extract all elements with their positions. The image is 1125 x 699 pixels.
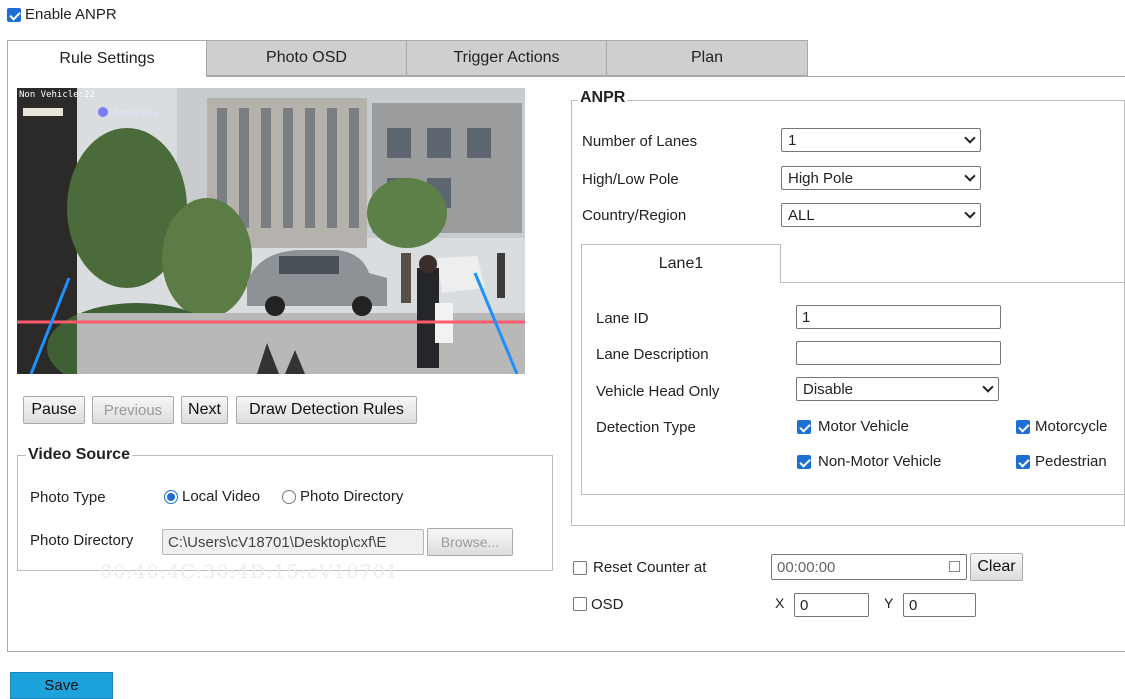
chevron-down-icon [964,170,976,182]
chevron-down-icon [964,132,976,144]
pole-label: High/Low Pole [582,171,679,188]
photo-directory-radio[interactable] [282,490,296,504]
reset-counter-time-value: 00:00:00 [777,558,836,576]
photo-directory-label: Photo Directory [30,532,134,549]
local-video-radio[interactable] [164,490,178,504]
reset-counter-time-input[interactable]: 00:00:00 [771,554,967,580]
tab-label: Trigger Actions [453,49,560,66]
pedestrian-checkbox[interactable] [1016,455,1030,469]
lane-tab-label: Lane1 [658,255,704,272]
pedestrian-label: Pedestrian [1035,453,1107,470]
video-frame: Apeos-Edu Non Vehicle:22 [17,88,525,374]
osd-y-label: Y [884,595,894,611]
number-of-lanes-label: Number of Lanes [582,133,698,150]
anpr-legend: ANPR [578,89,628,107]
photo-directory-option-label: Photo Directory [300,488,404,505]
pause-button[interactable]: Pause [23,396,85,424]
photo-directory-value: C:\Users\cV18701\Desktop\cxf\E [168,533,387,551]
local-video-label: Local Video [182,488,261,505]
lane-description-label: Lane Description [596,346,709,363]
video-preview[interactable]: Apeos-Edu Non Vehicle:22 [17,88,525,374]
vehicle-head-only-label: Vehicle Head Only [596,383,720,400]
tab-plan[interactable]: Plan [606,40,808,76]
vehicle-head-only-select[interactable]: Disable [796,377,999,401]
lane-tab-strip-line [780,282,1125,283]
osd-checkbox[interactable] [573,597,587,611]
chevron-down-icon [982,381,994,393]
number-of-lanes-select[interactable]: 1 [781,128,981,152]
country-region-select[interactable]: ALL [781,203,981,227]
osd-label: OSD [591,596,624,613]
tab-label: Rule Settings [59,50,155,67]
tab-rule-settings[interactable]: Rule Settings [7,40,207,77]
motor-vehicle-label: Motor Vehicle [818,418,909,435]
pole-select[interactable]: High Pole [781,166,981,190]
lane-id-input[interactable]: 1 [796,305,1001,329]
detection-type-label: Detection Type [596,419,696,436]
lane-id-value: 1 [802,308,811,326]
osd-x-value: 0 [800,596,809,614]
reset-counter-label: Reset Counter at [593,559,707,576]
tab-label: Photo OSD [266,49,347,66]
next-button[interactable]: Next [181,396,228,424]
previous-button[interactable]: Previous [92,396,174,424]
enable-anpr-label: Enable ANPR [25,6,117,23]
non-motor-vehicle-checkbox[interactable] [797,455,811,469]
osd-x-label: X [775,595,785,611]
select-value: High Pole [788,169,854,187]
enable-anpr-checkbox[interactable] [7,8,21,22]
osd-y-value: 0 [909,596,918,614]
save-label: Save [44,677,79,694]
chevron-down-icon [964,207,976,219]
photo-type-label: Photo Type [30,489,106,506]
motorcycle-label: Motorcycle [1035,418,1108,435]
select-value: Disable [803,380,854,398]
draw-detection-rules-button[interactable]: Draw Detection Rules [236,396,417,424]
tab-strip-line [207,76,1125,77]
video-source-legend: Video Source [26,446,132,464]
browse-button[interactable]: Browse... [427,528,513,556]
lane-id-label: Lane ID [596,310,649,327]
non-motor-vehicle-label: Non-Motor Vehicle [818,453,942,470]
lane-tab[interactable]: Lane1 [581,244,781,283]
select-value: ALL [788,206,815,224]
osd-x-input[interactable]: 0 [794,593,869,617]
country-region-label: Country/Region [582,207,687,224]
mac-watermark: 00:40:4C:30:4D:15:cV18701 [100,561,399,583]
calendar-icon[interactable] [949,561,960,572]
reset-counter-checkbox[interactable] [573,561,587,575]
lane-description-input[interactable] [796,341,1001,365]
motor-vehicle-checkbox[interactable] [797,420,811,434]
tab-trigger-actions[interactable]: Trigger Actions [406,40,607,76]
tab-photo-osd[interactable]: Photo OSD [206,40,407,76]
clear-button[interactable]: Clear [970,553,1023,581]
video-overlay-text: Non Vehicle:22 [19,90,95,100]
osd-y-input[interactable]: 0 [903,593,976,617]
save-button[interactable]: Save [10,672,113,699]
photo-directory-input[interactable]: C:\Users\cV18701\Desktop\cxf\E [162,529,424,555]
motorcycle-checkbox[interactable] [1016,420,1030,434]
tab-label: Plan [690,49,724,66]
video-brand-text: Apeos-Edu [113,108,158,118]
select-value: 1 [788,131,797,149]
